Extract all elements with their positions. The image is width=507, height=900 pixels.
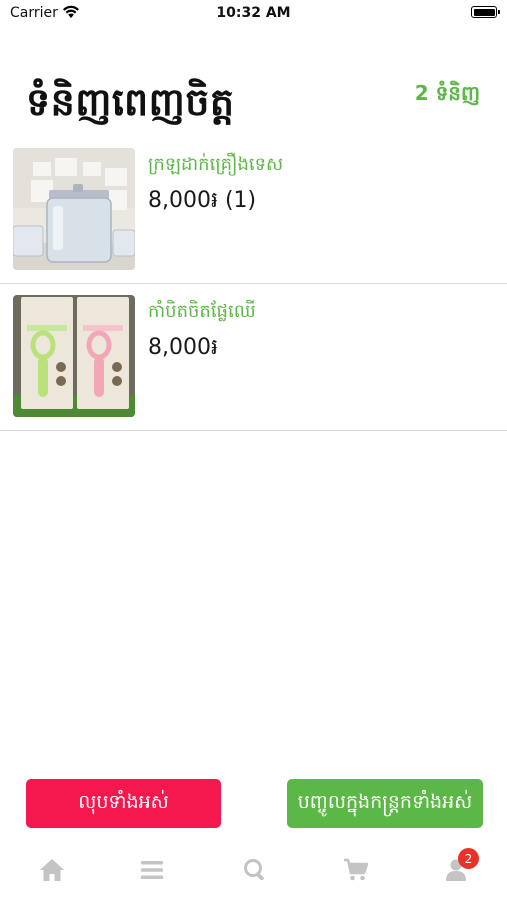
clock: 10:32 AM bbox=[216, 5, 291, 21]
home-icon bbox=[39, 858, 65, 886]
tab-categories[interactable] bbox=[137, 857, 167, 887]
cart-icon bbox=[343, 858, 369, 886]
tab-bar bbox=[0, 845, 507, 900]
product-price: 8,000៛ (1) bbox=[148, 188, 257, 213]
notification-badge: 2 bbox=[458, 848, 479, 869]
list-item[interactable]: កាំបិតចិតផ្លែឈើ 8,000៛ bbox=[0, 283, 507, 431]
tab-search[interactable] bbox=[240, 857, 270, 887]
tab-home[interactable] bbox=[37, 857, 67, 887]
battery-icon bbox=[471, 6, 500, 18]
status-bar: Carrier 10:32 AM bbox=[0, 0, 507, 30]
product-price: 8,000៛ bbox=[148, 335, 218, 360]
product-image-fruit-peeler[interactable] bbox=[13, 295, 135, 417]
item-count: 2 ទំនិញ bbox=[414, 81, 480, 105]
page-title: ទំនិញពេញចិត្ត bbox=[26, 80, 235, 124]
remove-all-button[interactable]: លុបទាំងអស់ bbox=[26, 779, 221, 828]
product-name[interactable]: កាំបិតចិតផ្លែឈើ bbox=[148, 299, 256, 326]
menu-icon bbox=[140, 860, 164, 884]
add-all-to-cart-button[interactable]: បញ្ចូលក្នុងកន្ត្រកទាំងអស់ bbox=[287, 779, 483, 828]
tab-cart[interactable] bbox=[341, 857, 371, 887]
search-icon bbox=[243, 858, 267, 886]
product-name[interactable]: ក្រឡដាក់គ្រឿងទេស bbox=[148, 152, 283, 179]
product-image-spice-jar[interactable] bbox=[13, 148, 135, 270]
list-item[interactable]: ក្រឡដាក់គ្រឿងទេស 8,000៛ (1) bbox=[0, 136, 507, 284]
